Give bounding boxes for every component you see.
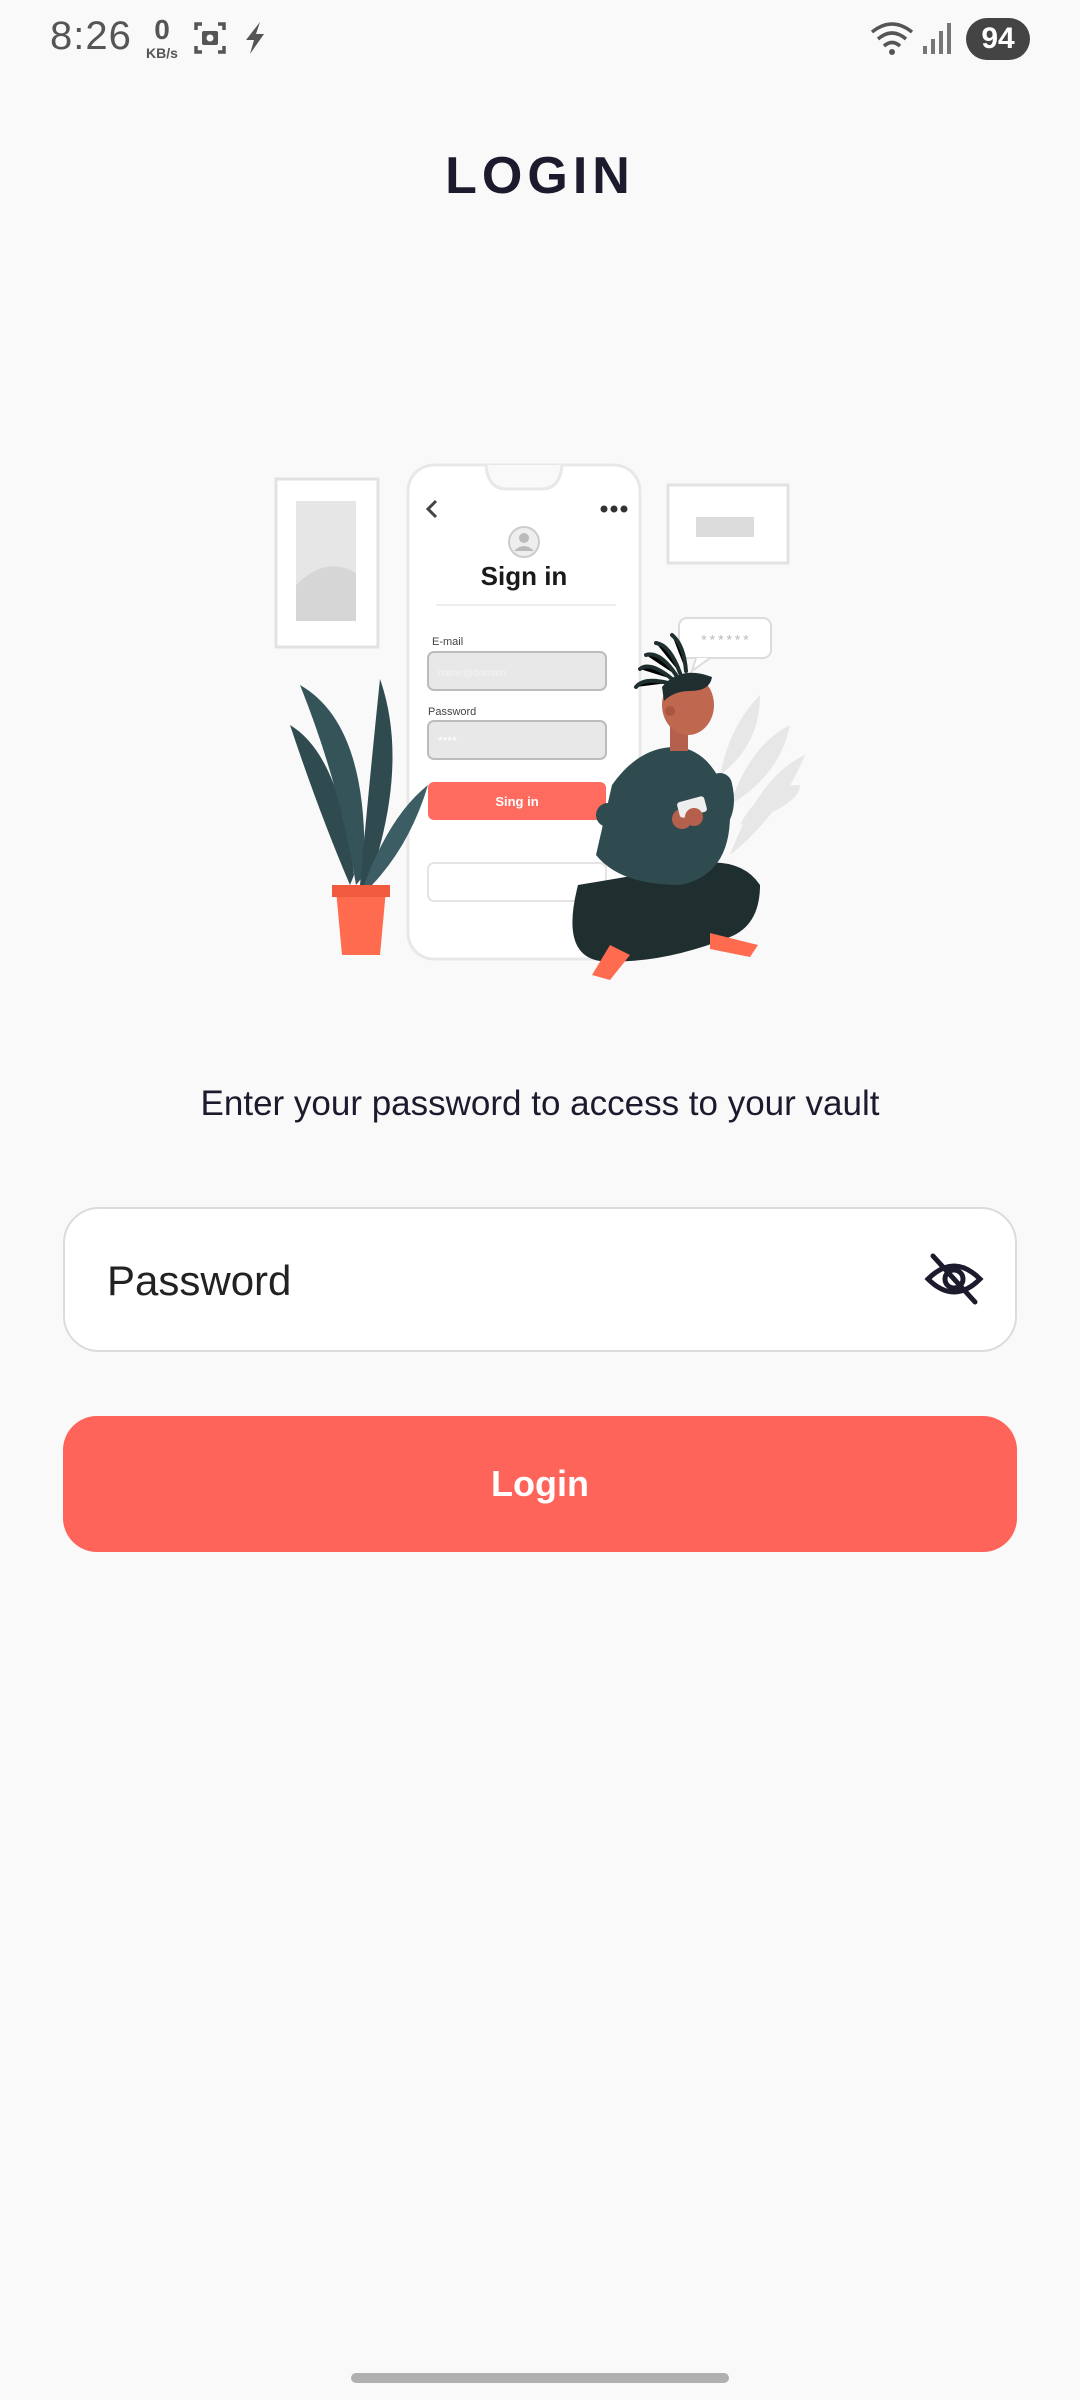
login-screen: 8:26 0 KB/s 94 LOGIN Sign in E-mail name…	[0, 0, 1080, 2400]
screenshot-icon	[194, 22, 226, 54]
mock-email-placeholder: name@domain	[438, 668, 506, 679]
mock-password-dots: ****	[438, 734, 457, 748]
navigation-gesture-bar[interactable]	[351, 2373, 729, 2383]
password-placeholder[interactable]: Password	[107, 1257, 291, 1305]
mock-sign-in-label: Sing in	[495, 794, 538, 809]
mock-menu-dot	[600, 505, 608, 513]
wifi-icon	[870, 22, 914, 55]
battery-icon: 94	[966, 18, 1030, 60]
mock-menu-dot	[610, 505, 618, 513]
network-speed-unit: KB/s	[146, 45, 178, 61]
mock-password-label: Password	[428, 706, 476, 718]
status-time: 8:26	[50, 14, 132, 58]
person-shoe	[710, 933, 758, 957]
person-ear	[665, 706, 675, 716]
page-title: LOGIN	[445, 147, 635, 205]
person-arm	[596, 803, 692, 837]
mock-email-label: E-mail	[432, 636, 463, 648]
mock-menu-dot	[620, 505, 628, 513]
instruction-text: Enter your password to access to your va…	[200, 1084, 880, 1123]
speech-bubble-tail	[690, 657, 711, 674]
background-plant	[720, 695, 805, 855]
plant-pot-rim	[332, 885, 390, 897]
signal-icon	[923, 23, 951, 54]
mock-avatar-head	[519, 533, 529, 543]
status-bar: 8:26 0 KB/s 94	[0, 0, 1080, 80]
phone-notch	[484, 464, 564, 491]
frame-right-inner	[696, 517, 754, 537]
plant-pot	[336, 890, 386, 955]
flash-icon	[246, 22, 264, 54]
sign-in-illustration: Sign in E-mail name@domain Password ****…	[274, 463, 805, 980]
login-button-label: Login	[491, 1463, 589, 1504]
speech-bubble-text: ******	[700, 634, 750, 650]
eye-off-icon[interactable]	[923, 1251, 985, 1307]
password-field[interactable]: Password	[63, 1207, 1017, 1352]
network-speed: 0 KB/s	[140, 14, 184, 61]
login-button[interactable]: Login	[63, 1416, 1017, 1552]
battery-level: 94	[981, 22, 1015, 55]
mock-heading: Sign in	[481, 561, 568, 591]
person-hand	[685, 808, 703, 826]
network-speed-value: 0	[154, 14, 170, 45]
